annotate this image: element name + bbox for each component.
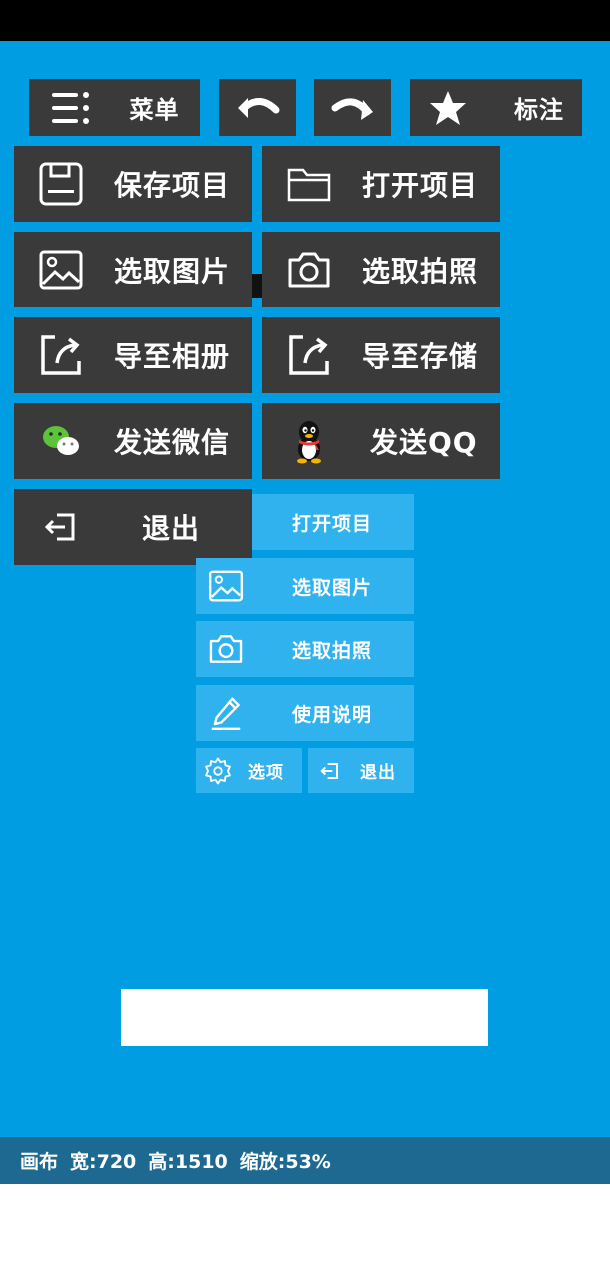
start-exit-label: 退出 <box>360 763 396 783</box>
star-icon <box>428 88 468 128</box>
menu-label: 菜单 <box>129 96 180 124</box>
folder-icon <box>284 159 334 209</box>
exit-label: 退出 <box>142 512 201 545</box>
pick-image-item[interactable]: 选取图片 <box>14 232 252 307</box>
pick-image-label: 选取图片 <box>114 254 231 288</box>
blank-bar <box>121 989 488 1046</box>
annotate-button[interactable]: 标注 <box>410 79 582 136</box>
pen-icon <box>206 693 246 733</box>
camera-icon <box>284 245 334 295</box>
export-storage-item[interactable]: 导至存储 <box>262 317 500 393</box>
exit-item[interactable]: 退出 <box>14 489 252 565</box>
undo-icon <box>234 88 282 128</box>
image-icon <box>206 566 246 606</box>
info-bar: 画布 宽:720 高:1510 缩放:53% <box>0 1137 610 1184</box>
send-wechat-item[interactable]: 发送微信 <box>14 403 252 479</box>
menu-button[interactable]: 菜单 <box>29 79 200 136</box>
open-project-item[interactable]: 打开项目 <box>262 146 500 222</box>
export-storage-label: 导至存储 <box>362 340 479 373</box>
open-project-label: 打开项目 <box>362 169 479 202</box>
redo-button[interactable] <box>314 79 391 136</box>
send-qq-item[interactable]: 发送QQ <box>262 403 500 479</box>
start-options-label: 选项 <box>248 763 284 783</box>
save-project-item[interactable]: 保存项目 <box>14 146 252 222</box>
start-take-photo-label: 选取拍照 <box>292 639 373 662</box>
exit-icon <box>36 502 86 552</box>
export-icon <box>284 330 334 380</box>
redo-icon <box>329 88 377 128</box>
export-album-label: 导至相册 <box>114 340 231 373</box>
export-album-item[interactable]: 导至相册 <box>14 317 252 393</box>
canvas-label: 画布 <box>20 1151 59 1173</box>
start-help-button[interactable]: 使用说明 <box>196 685 414 741</box>
send-wechat-label: 发送微信 <box>114 426 231 459</box>
start-pick-image-button[interactable]: 选取图片 <box>196 558 414 614</box>
annotate-label: 标注 <box>514 96 564 124</box>
qq-icon <box>284 416 334 466</box>
camera-icon <box>206 629 246 669</box>
save-project-label: 保存项目 <box>114 169 231 202</box>
menu-icon <box>50 90 92 126</box>
save-icon <box>36 159 86 209</box>
zoom-level: 缩放:53% <box>239 1151 331 1173</box>
start-help-label: 使用说明 <box>292 703 373 726</box>
canvas-width: 宽:720 <box>70 1151 137 1173</box>
start-options-button[interactable]: 选项 <box>196 748 302 793</box>
exit-icon <box>314 755 346 787</box>
undo-button[interactable] <box>219 79 296 136</box>
export-icon <box>36 330 86 380</box>
canvas-height: 高:1510 <box>148 1151 228 1173</box>
start-take-photo-button[interactable]: 选取拍照 <box>196 621 414 677</box>
start-open-project-button[interactable]: 打开项目 <box>252 494 414 550</box>
wechat-icon <box>36 416 86 466</box>
image-icon <box>36 245 86 295</box>
take-photo-label: 选取拍照 <box>362 254 479 288</box>
start-open-project-label: 打开项目 <box>292 512 373 535</box>
start-pick-image-label: 选取图片 <box>292 576 373 599</box>
status-bar <box>0 0 610 41</box>
start-exit-button[interactable]: 退出 <box>308 748 414 793</box>
take-photo-item[interactable]: 选取拍照 <box>262 232 500 307</box>
overlap-shadow <box>252 274 262 298</box>
gear-icon <box>202 755 234 787</box>
send-qq-label: 发送QQ <box>370 426 478 459</box>
